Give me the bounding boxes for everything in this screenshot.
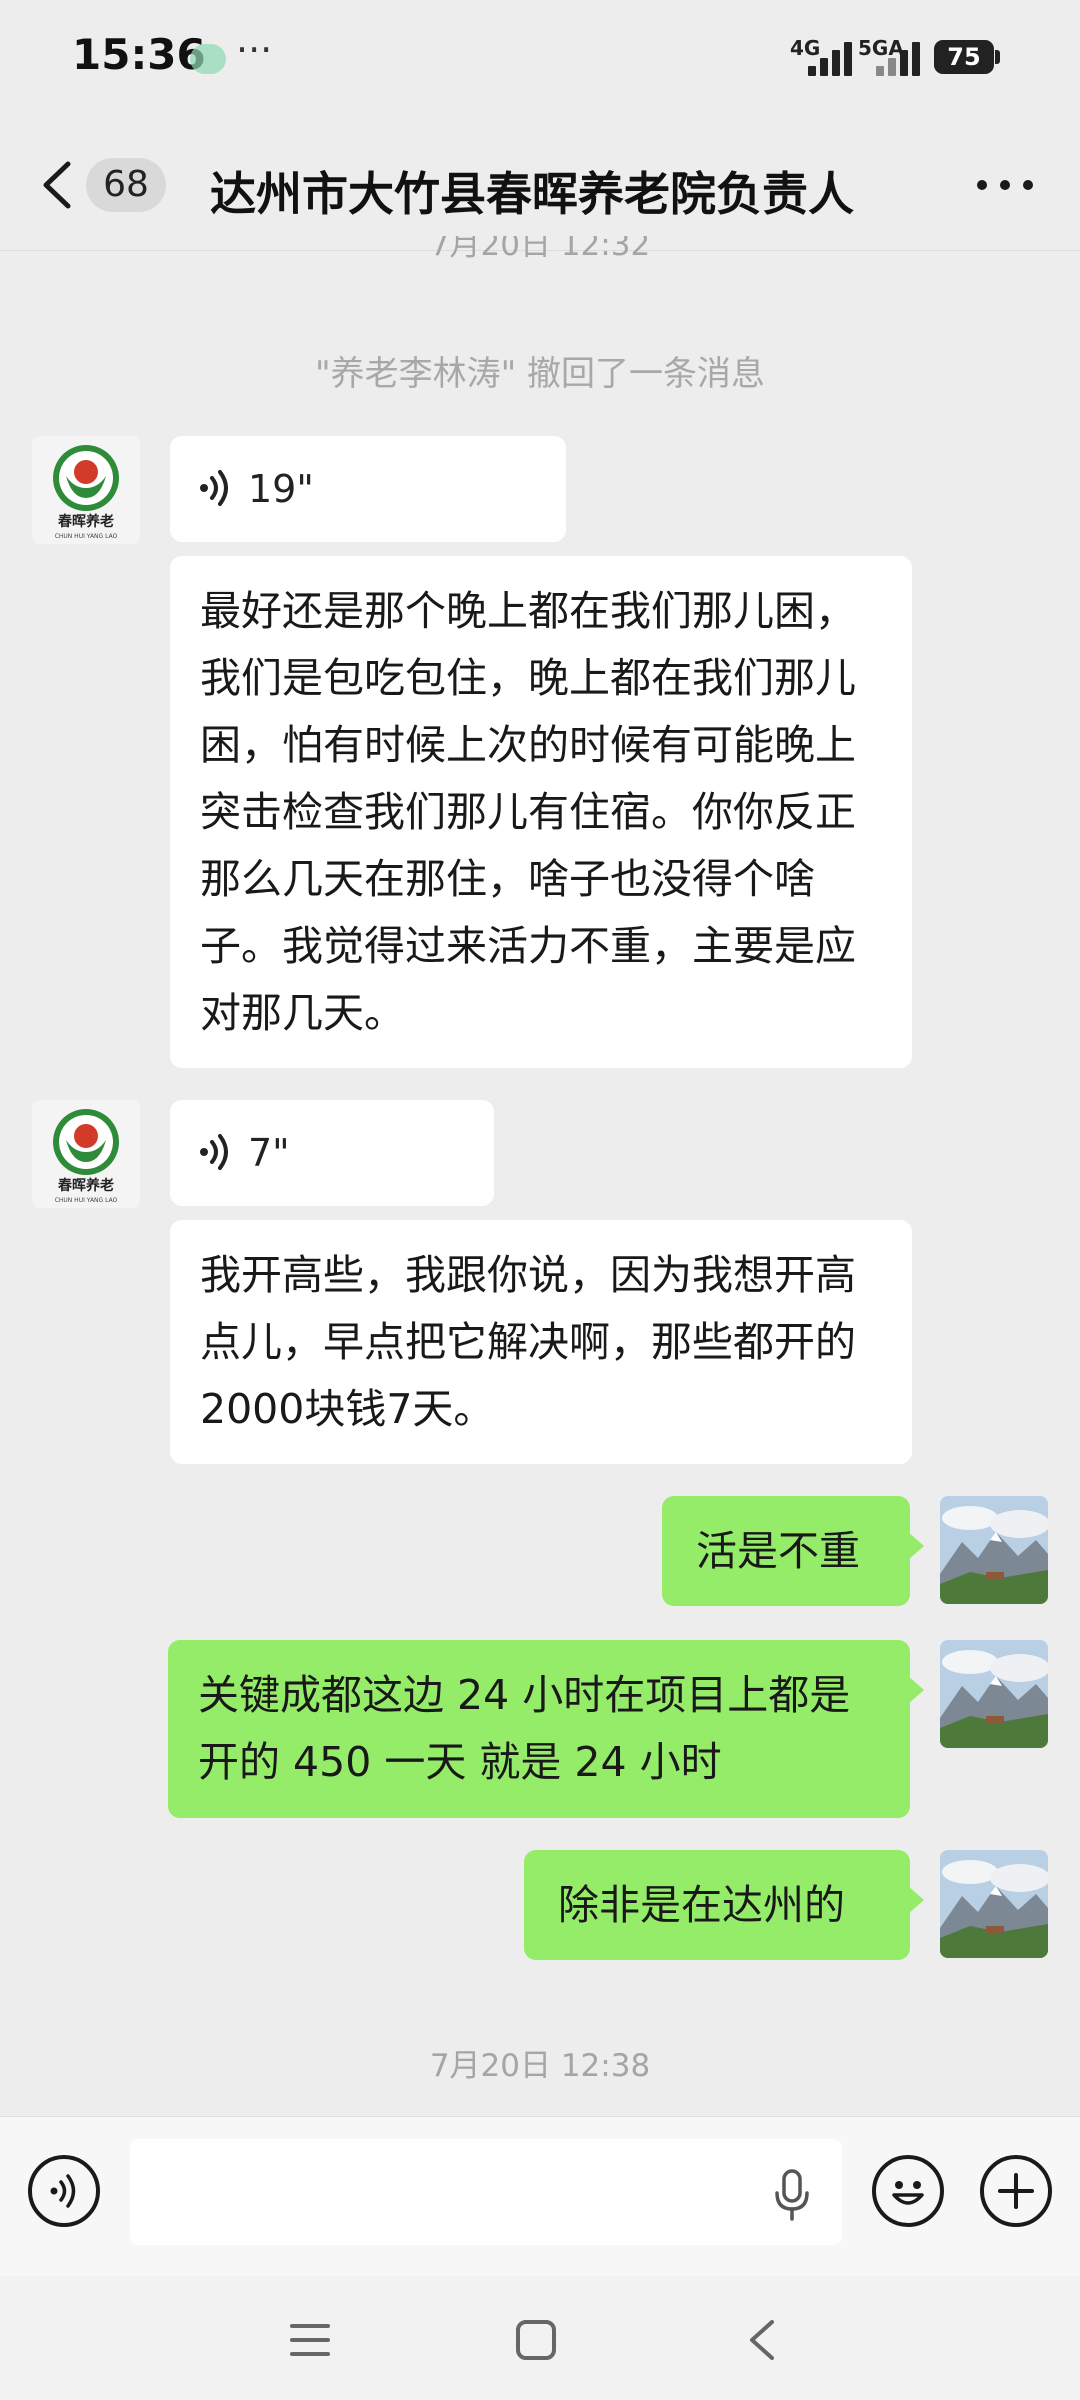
signal-bars-icon [876,40,920,76]
add-attachment-button[interactable] [980,2155,1052,2227]
battery-icon [995,50,1000,64]
avatar[interactable]: 春晖养老 CHUN HUI YANG LAO [32,1100,140,1208]
message-text: 除非是在达州的 [558,1881,845,1929]
message-bubble[interactable]: 活是不重 [662,1496,924,1606]
voice-wave-icon [200,470,228,506]
message-input-bar [0,2116,1080,2277]
avatar-logo-text: 春晖养老 [57,1177,114,1194]
clock: 15:36 [72,30,206,79]
system-navigation-bar [0,2276,1080,2400]
message-text: 活是不重 [696,1527,860,1575]
chat-header: 68 达州市大竹县春晖养老院负责人 [0,118,1080,251]
emoji-button[interactable] [872,2155,944,2227]
signal-bars-icon [808,40,852,76]
message-text: 关键成都这边 24 小时在项目上都是开的 450 一天 就是 24 小时 [198,1671,851,1786]
battery-level: 75 [934,40,994,74]
voice-duration: 7" [248,1131,290,1175]
wechat-notification-icon [190,44,226,74]
menu-icon[interactable] [288,2320,332,2360]
voice-message[interactable]: 19" [170,436,566,542]
home-icon[interactable] [514,2318,558,2362]
plus-icon [998,2173,1034,2209]
voice-wave-icon [50,2174,76,2208]
voice-wave-icon [200,1134,228,1170]
smiley-icon [892,2181,924,2205]
avatar-logo-subtext: CHUN HUI YANG LAO [55,533,118,540]
voice-input-toggle-button[interactable] [28,2155,100,2227]
more-options-icon[interactable] [970,158,1040,212]
recall-notice: "养老李林涛" 撤回了一条消息 [314,354,766,394]
voice-message[interactable]: 7" [170,1100,494,1206]
message-text: 最好还是那个晚上都在我们那儿困，我们是包吃包住，晚上都在我们那儿困，怕有时候上次… [200,587,856,1037]
avatar[interactable] [940,1496,1048,1604]
more-notifications-indicator: ··· [236,28,273,72]
chat-title: 达州市大竹县春晖养老院负责人 [210,167,854,221]
message-bubble[interactable]: 我开高些，我跟你说，因为我想开高点儿，早点把它解决啊，那些都开的2000块钱7天… [170,1220,912,1464]
avatar[interactable] [940,1850,1048,1958]
voice-duration: 19" [248,467,314,511]
avatar[interactable]: 春晖养老 CHUN HUI YANG LAO [32,436,140,544]
avatar[interactable] [940,1640,1048,1748]
message-text: 我开高些，我跟你说，因为我想开高点儿，早点把它解决啊，那些都开的2000块钱7天… [200,1251,856,1433]
message-timestamp: 7月20日 12:38 [429,2048,651,2084]
status-bar: 15:36 ··· 4G 5GA 75 [0,0,1080,118]
avatar-logo-subtext: CHUN HUI YANG LAO [55,1197,118,1204]
message-timestamp: 7月20日 12:32 [429,236,651,263]
message-bubble[interactable]: 关键成都这边 24 小时在项目上都是开的 450 一天 就是 24 小时 [168,1640,924,1818]
unread-count-badge[interactable]: 68 [86,158,166,212]
microphone-icon[interactable] [772,2169,812,2221]
message-bubble[interactable]: 除非是在达州的 [524,1850,924,1960]
avatar-logo-text: 春晖养老 [57,513,114,530]
message-bubble[interactable]: 最好还是那个晚上都在我们那儿困，我们是包吃包住，晚上都在我们那儿困，怕有时候上次… [170,556,912,1068]
back-icon[interactable] [744,2318,780,2362]
back-arrow-icon[interactable] [36,160,80,210]
message-input[interactable] [130,2139,842,2245]
